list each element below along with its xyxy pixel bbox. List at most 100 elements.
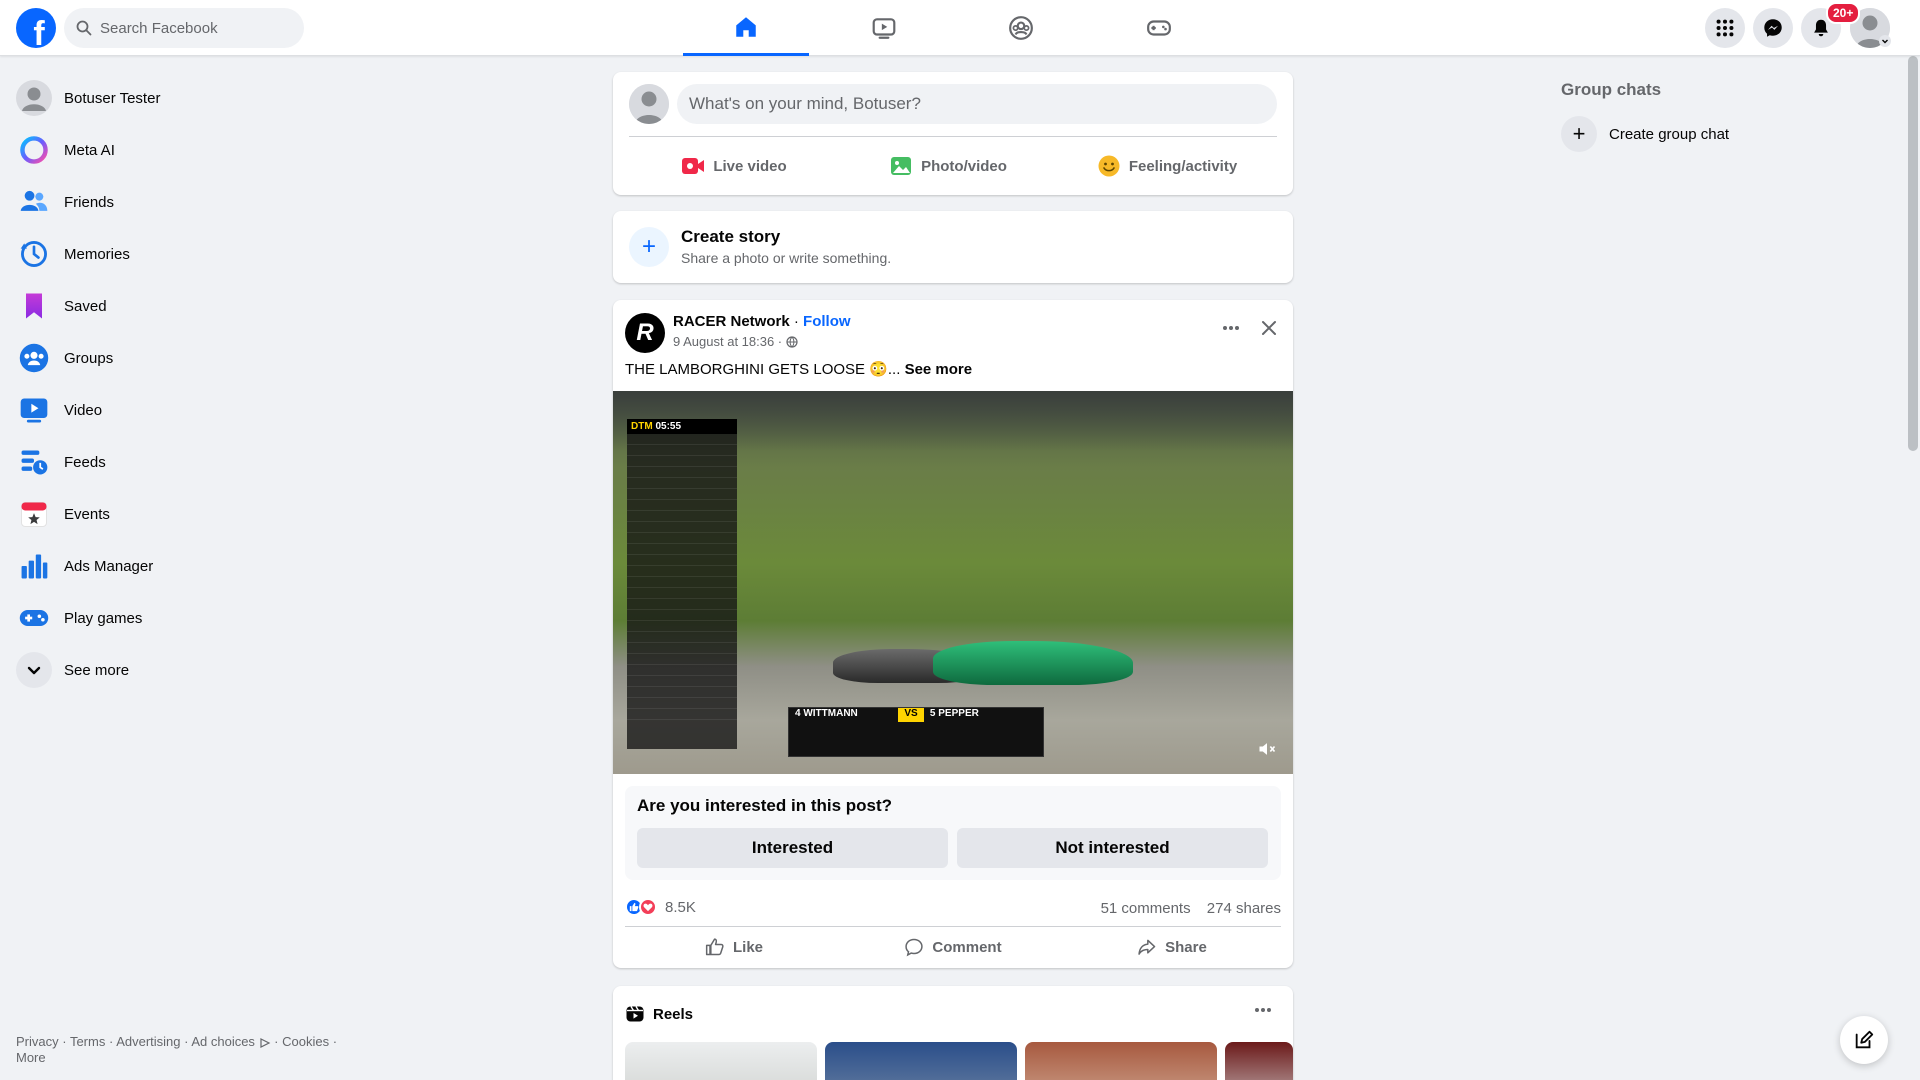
footer-terms-link[interactable]: Terms <box>70 1034 105 1049</box>
sidebar-item-label: Memories <box>64 245 130 263</box>
live-video-button[interactable]: Live video <box>629 146 839 186</box>
standings-row <box>627 665 737 676</box>
tab-groups[interactable] <box>958 0 1084 56</box>
reaction-count: 8.5K <box>665 898 696 916</box>
feeling-activity-button[interactable]: Feeling/activity <box>1057 146 1277 186</box>
sidebar-item-groups[interactable]: Groups <box>8 332 348 384</box>
standings-row <box>627 566 737 577</box>
search-box[interactable] <box>64 8 304 48</box>
author-name-link[interactable]: RACER Network <box>673 313 790 330</box>
footer-ad-choices-link[interactable]: Ad choices <box>191 1034 255 1049</box>
photo-video-button[interactable]: Photo/video <box>843 146 1053 186</box>
reels-options-button[interactable] <box>1253 1000 1273 1025</box>
close-icon <box>1262 321 1276 335</box>
sidebar-item-memories[interactable]: Memories <box>8 228 348 280</box>
avatar[interactable] <box>629 84 669 124</box>
standings-row <box>627 445 737 456</box>
sidebar-item-feeds[interactable]: Feeds <box>8 436 348 488</box>
like-button[interactable]: Like <box>625 930 843 964</box>
standings-row <box>627 456 737 467</box>
reel-thumbnail[interactable] <box>1225 1042 1293 1080</box>
page-scrollbar[interactable] <box>1908 56 1918 451</box>
sidebar-item-events[interactable]: Events <box>8 488 348 540</box>
new-message-button[interactable] <box>1840 1016 1888 1064</box>
sidebar-item-saved[interactable]: Saved <box>8 280 348 332</box>
post-video[interactable]: DTM 05:55 4 WITTMANN VS 5 PEPPER <box>613 391 1293 774</box>
sidebar-item-play-games[interactable]: Play games <box>8 592 348 644</box>
reel-thumbnail[interactable] <box>825 1042 1017 1080</box>
standings-row <box>627 577 737 588</box>
sidebar-item-label: See more <box>64 661 130 679</box>
menu-button[interactable] <box>1705 8 1745 48</box>
sidebar-item-profile[interactable]: Botuser Tester <box>8 72 348 124</box>
notifications-badge: 20+ <box>1826 2 1861 24</box>
messenger-button[interactable] <box>1753 8 1793 48</box>
footer-privacy-link[interactable]: Privacy <box>16 1034 59 1049</box>
ads-manager-icon <box>16 548 52 584</box>
whats-on-your-mind-input[interactable] <box>677 84 1277 124</box>
hide-post-button[interactable] <box>1251 310 1287 346</box>
mute-button[interactable] <box>1255 737 1279 761</box>
follow-button[interactable]: Follow <box>803 313 851 330</box>
share-icon <box>1138 939 1156 955</box>
sidebar-item-see-more[interactable]: See more <box>8 644 348 696</box>
tab-home[interactable] <box>683 0 809 56</box>
sidebar-item-friends[interactable]: Friends <box>8 176 348 228</box>
plus-icon: + <box>629 227 669 267</box>
standings-row <box>627 478 737 489</box>
live-video-icon <box>682 158 705 174</box>
reels-icon <box>626 1006 644 1022</box>
standings-row <box>627 522 737 533</box>
groups-icon <box>16 340 52 376</box>
sidebar-item-label: Meta AI <box>64 141 115 159</box>
comment-icon <box>905 938 924 957</box>
photo-icon <box>891 157 912 175</box>
sidebar-item-label: Saved <box>64 297 107 315</box>
reel-thumbnail[interactable] <box>1025 1042 1217 1080</box>
sidebar-item-label: Groups <box>64 349 114 367</box>
facebook-logo[interactable]: f <box>16 8 56 48</box>
sidebar-item-meta-ai[interactable]: Meta AI <box>8 124 348 176</box>
standings-row <box>627 588 737 599</box>
sidebar-item-label: Botuser Tester <box>64 89 161 107</box>
create-group-chat-button[interactable]: + Create group chat <box>1561 116 1729 152</box>
comments-count-link[interactable]: 51 comments <box>1101 900 1191 917</box>
footer-advertising-link[interactable]: Advertising <box>116 1034 180 1049</box>
sidebar-item-ads-manager[interactable]: Ads Manager <box>8 540 348 592</box>
tab-video[interactable] <box>821 0 947 56</box>
footer-more-link[interactable]: More <box>16 1050 46 1065</box>
sidebar-item-label: Video <box>64 401 103 419</box>
standings-row <box>627 599 737 610</box>
post-timestamp[interactable]: 9 August at 18:36 · <box>673 334 782 349</box>
interest-survey: Are you interested in this post? Interes… <box>625 786 1281 880</box>
shares-count-link[interactable]: 274 shares <box>1207 900 1281 917</box>
account-chevron-icon[interactable] <box>1879 35 1891 47</box>
events-icon <box>16 496 52 532</box>
home-icon <box>736 16 756 37</box>
search-input[interactable] <box>100 19 290 37</box>
race-standings-overlay: DTM 05:55 <box>627 419 737 749</box>
share-label: Share <box>1165 938 1207 956</box>
post-options-button[interactable] <box>1213 310 1249 346</box>
post-caption: THE LAMBORGHINI GETS LOOSE 😳... <box>625 361 901 378</box>
tab-gaming[interactable] <box>1096 0 1222 56</box>
interested-button[interactable]: Interested <box>637 828 948 868</box>
post-composer: Live video Photo/video Feeling/activity <box>613 72 1293 195</box>
see-more-link[interactable]: See more <box>905 361 973 378</box>
reel-thumbnail[interactable] <box>625 1042 817 1080</box>
standings-row <box>627 654 737 665</box>
share-button[interactable]: Share <box>1063 930 1281 964</box>
sidebar-item-label: Friends <box>64 193 115 211</box>
not-interested-button[interactable]: Not interested <box>957 828 1268 868</box>
sidebar-item-label: Play games <box>64 609 143 627</box>
video-icon <box>16 392 52 428</box>
comment-button[interactable]: Comment <box>844 930 1062 964</box>
separator: · <box>789 313 804 330</box>
footer-cookies-link[interactable]: Cookies <box>282 1034 329 1049</box>
page-avatar[interactable]: R <box>625 313 665 353</box>
sidebar-item-video[interactable]: Video <box>8 384 348 436</box>
feeling-icon <box>1098 155 1120 177</box>
create-story-card[interactable]: + Create story Share a photo or write so… <box>613 211 1293 283</box>
reactions-summary[interactable]: 8.5K <box>625 898 696 916</box>
top-navigation-bar: f 20+ <box>0 0 1920 56</box>
